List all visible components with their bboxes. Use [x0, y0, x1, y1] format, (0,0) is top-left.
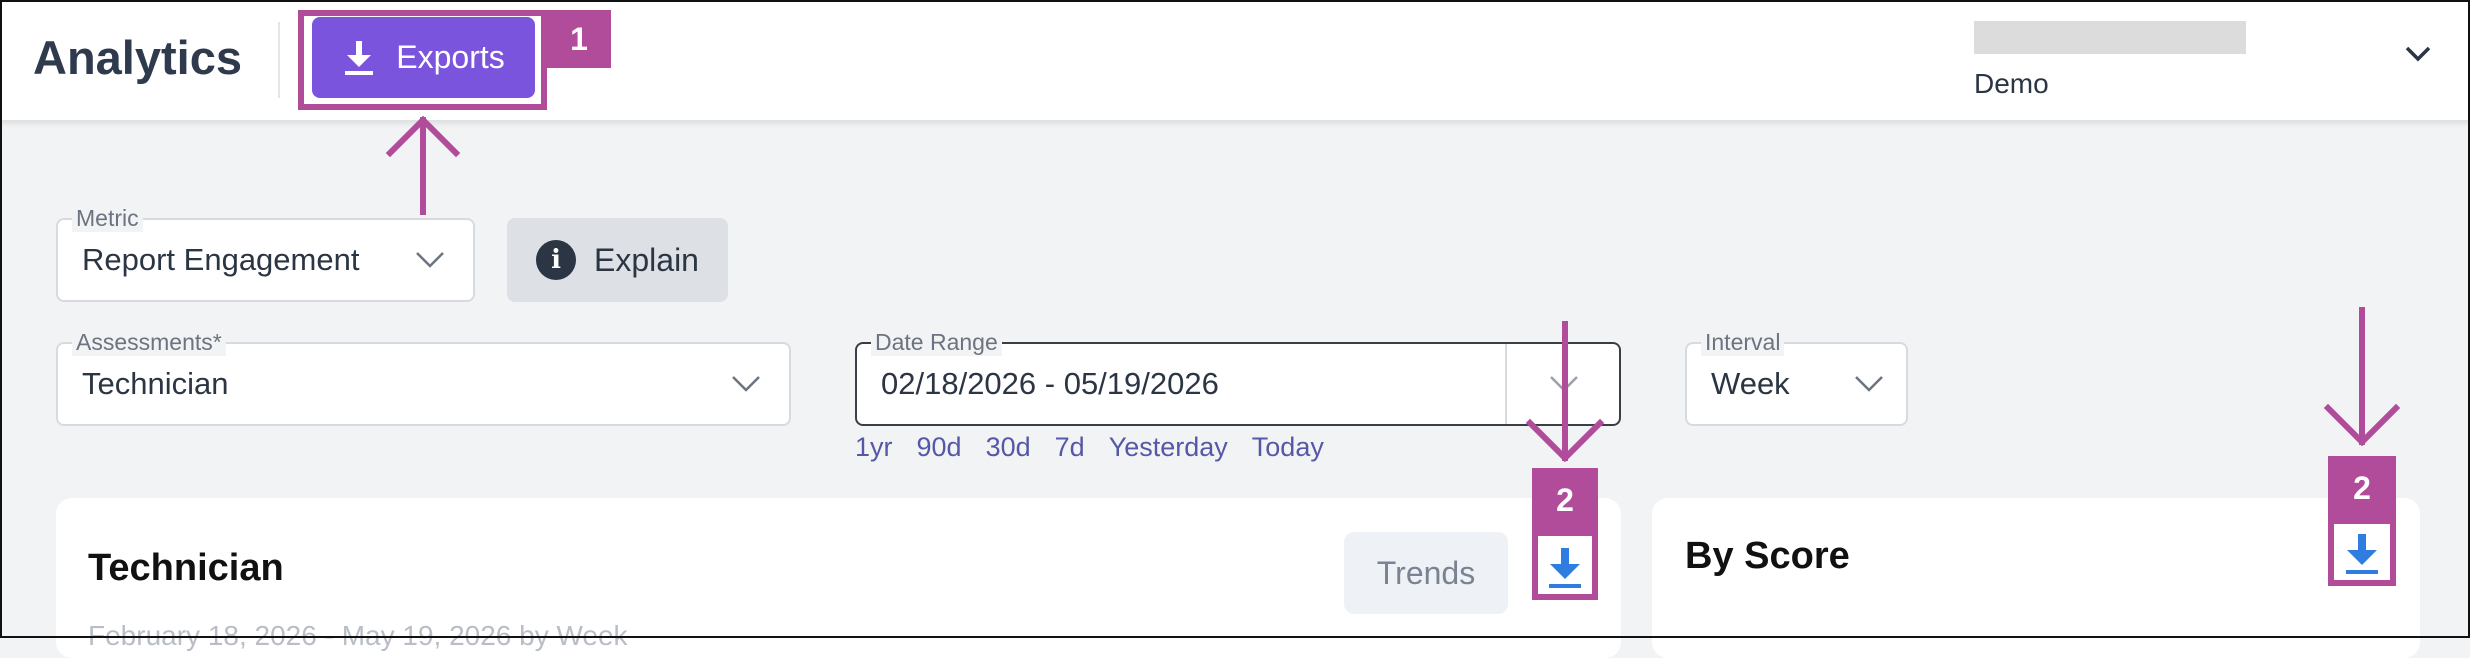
assessments-select[interactable]: Assessments* Technician [56, 328, 791, 426]
assessments-label: Assessments* [72, 328, 226, 356]
technician-card-title: Technician [88, 547, 284, 589]
annotation-box-exports [298, 10, 547, 110]
metric-value: Report Engagement [82, 242, 360, 277]
chevron-down-icon[interactable] [1549, 375, 1579, 393]
user-name: Demo [1974, 68, 2049, 99]
explain-button[interactable]: i Explain [507, 218, 728, 302]
technician-card-subtitle: February 18, 2026 - May 19, 2026 by Week [88, 620, 628, 651]
explain-button-label: Explain [594, 241, 699, 278]
download-icon[interactable] [1545, 546, 1585, 590]
interval-value: Week [1711, 366, 1790, 401]
by-score-card-title: By Score [1685, 535, 1850, 577]
download-icon[interactable] [2342, 532, 2382, 576]
header-divider [278, 22, 280, 98]
chevron-down-icon [416, 252, 444, 268]
annotation-label-2: 2 [1532, 468, 1598, 532]
quick-range-1yr[interactable]: 1yr [855, 432, 893, 463]
assessments-value: Technician [82, 366, 229, 401]
metric-select[interactable]: Metric Report Engagement [56, 204, 475, 302]
page-title: Analytics [33, 31, 242, 84]
user-redacted-bar [1974, 21, 2246, 54]
trends-button-label: Trends [1376, 554, 1476, 591]
date-range-divider [1505, 344, 1507, 424]
chevron-down-icon [732, 376, 760, 392]
by-score-card [1652, 498, 2420, 658]
quick-range-links: 1yr 90d 30d 7d Yesterday Today [855, 432, 1348, 463]
info-icon: i [536, 240, 577, 280]
annotation-label-2: 2 [2328, 456, 2396, 520]
quick-range-yesterday[interactable]: Yesterday [1109, 432, 1228, 463]
interval-label: Interval [1701, 328, 1785, 356]
date-range-label: Date Range [871, 328, 1002, 356]
quick-range-today[interactable]: Today [1252, 432, 1324, 463]
annotation-label-1: 1 [547, 10, 611, 68]
quick-range-7d[interactable]: 7d [1055, 432, 1085, 463]
interval-select[interactable]: Interval Week [1685, 328, 1908, 426]
quick-range-30d[interactable]: 30d [986, 432, 1031, 463]
trends-button[interactable]: Trends [1344, 532, 1508, 614]
chevron-down-icon [1855, 376, 1883, 392]
date-range-input[interactable]: Date Range 02/18/2026 - 05/19/2026 [855, 328, 1621, 426]
chevron-down-icon[interactable] [2404, 44, 2432, 64]
quick-range-90d[interactable]: 90d [917, 432, 962, 463]
metric-label: Metric [72, 204, 143, 232]
date-range-value: 02/18/2026 - 05/19/2026 [881, 366, 1219, 401]
